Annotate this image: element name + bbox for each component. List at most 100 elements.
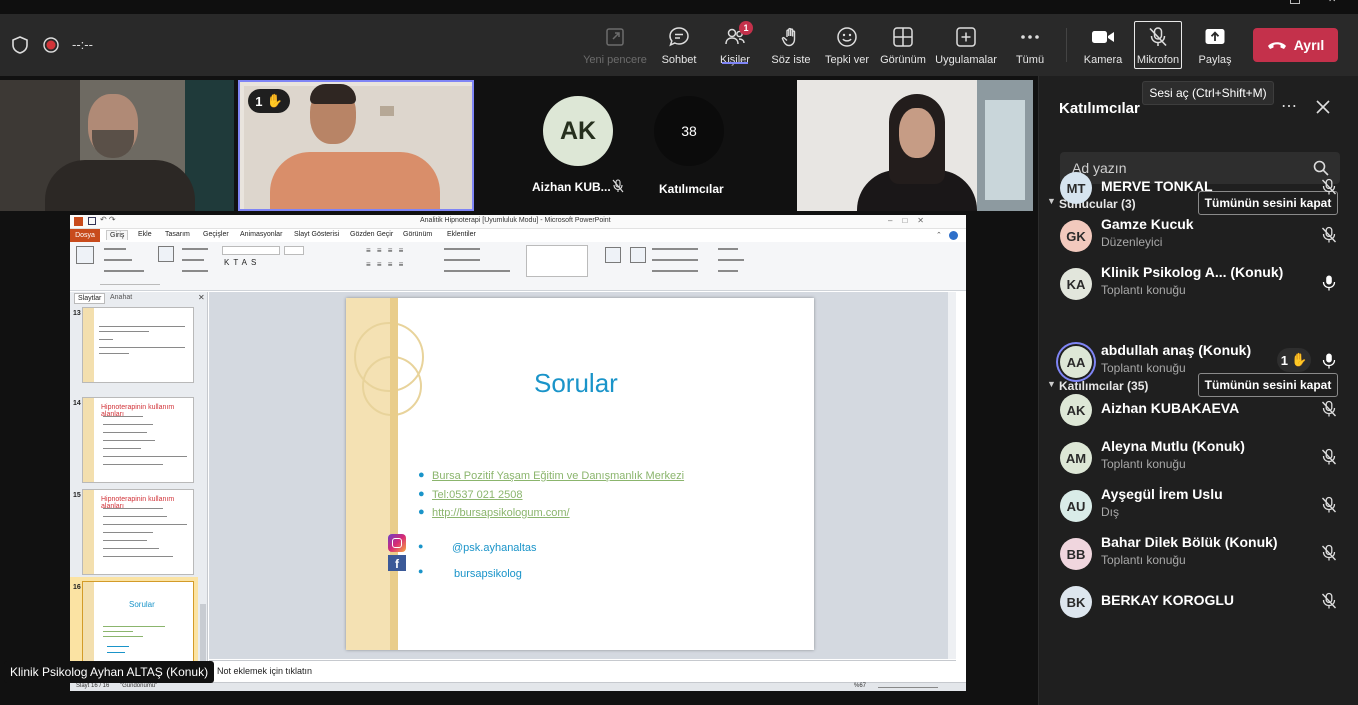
quick-styles-icon[interactable] [630,247,646,263]
overflow-participants-tile[interactable]: 38 Katılımcılar [645,80,735,211]
meeting-toolbar: --:-- Yeni pencere Sohbet 1 Kişiler Söz … [0,14,1358,76]
close-window-icon[interactable]: ✕ [1328,0,1336,5]
slide-thumbnail-15[interactable]: Hipnoterapinin kullanım alanları [82,489,194,575]
mic-toggle-button[interactable]: Mikrofon [1134,21,1182,69]
slide-link[interactable]: Bursa Pozitif Yaşam Eğitim ve Danışmanlı… [432,470,684,482]
editor-scrollbar[interactable] [948,292,956,659]
bullet-icon: ● [418,566,424,576]
align-buttons[interactable]: ≡ ≡ ≡ ≡ [366,260,405,269]
avatar: KA [1060,268,1092,300]
smile-icon [835,25,859,49]
ppt-status-bar: Slayt 16 / 16 "Gündönümü" %67 [70,682,966,691]
new-slide-icon[interactable] [158,246,174,262]
presenter-name-label: Klinik Psikolog Ayhan ALTAŞ (Konuk) [4,661,215,683]
popout-button[interactable]: Yeni pencere [582,14,648,76]
popout-icon [603,25,627,49]
participant-name: abdullah anaş (Konuk) [1101,342,1252,358]
mic-tooltip: Sesi aç (Ctrl+Shift+M) [1142,81,1274,105]
help-icon[interactable] [949,231,958,240]
participant-row[interactable]: KA Klinik Psikolog A... (Konuk) Toplantı k… [1039,252,1358,300]
bullet-icon: ● [418,506,425,518]
font-size-select[interactable] [284,246,304,255]
mic-off-icon [612,179,624,193]
participant-row[interactable]: BK BERKAY KOROGLU [1039,570,1358,618]
avatar: BK [1060,586,1092,618]
notes-pane[interactable]: Not eklemek için tıklatın [209,660,956,682]
hand-icon [779,25,803,49]
shared-powerpoint-window[interactable]: ↶ ↷ Analitik Hipnoterapi [Uyumluluk Modu… [70,215,966,691]
tab-insert[interactable]: Ekle [138,231,152,238]
restore-icon[interactable] [1290,0,1300,4]
mic-off-icon [1146,25,1170,49]
chat-button[interactable]: Sohbet [656,14,702,76]
tab-slides[interactable]: Slaytlar [74,293,106,304]
font-name-select[interactable] [222,246,280,255]
video-tile-raised-hand[interactable]: 1 ✋ [238,80,474,211]
close-panel-icon[interactable]: ✕ [198,293,205,302]
mic-on-icon [1320,274,1340,294]
share-button[interactable]: Paylaş [1192,14,1238,76]
ribbon-home: KTAS ≡ ≡ ≡ ≡ ≡ ≡ ≡ ≡ [70,242,966,291]
tab-view[interactable]: Görünüm [403,231,432,238]
participant-row[interactable]: GK Gamze Kucuk Düzenleyici [1039,204,1358,252]
undo-icon[interactable]: ↶ ↷ [100,215,116,224]
zoom-slider[interactable] [878,687,938,688]
participant-row[interactable]: BB Bahar Dilek Bölük (Konuk) Toplantı konu… [1039,522,1358,570]
view-button[interactable]: Görünüm [878,14,928,76]
share-icon [1203,25,1227,49]
facebook-icon: f [388,555,406,571]
slide-thumbnail-13[interactable] [82,307,194,383]
video-tile-presenter[interactable] [0,80,234,211]
ppt-title-bar: ↶ ↷ Analitik Hipnoterapi [Uyumluluk Modu… [70,215,966,229]
participant-row[interactable]: AK Aizhan KUBAKAEVA [1039,378,1358,426]
people-button[interactable]: 1 Kişiler [712,14,758,76]
avatar: MT [1060,172,1092,204]
font-format-buttons[interactable]: KTAS [224,258,260,267]
tab-slideshow[interactable]: Slayt Gösterisi [294,231,339,238]
paragraph-buttons[interactable]: ≡ ≡ ≡ ≡ [366,246,405,255]
raised-hand-badge: 1 ✋ [248,89,290,113]
ppt-window-controls[interactable]: –□✕ [888,216,934,225]
participant-row[interactable]: AA abdullah anaş (Konuk) Toplantı konuğu 1 ✋ [1039,330,1358,378]
zoom-level[interactable]: %67 [854,683,866,689]
people-icon: 1 [723,20,753,49]
avatar-tile-aizhan[interactable]: AK Aizhan KUB... [520,80,640,211]
grid-view-icon [891,25,915,49]
tab-home[interactable]: Giriş [106,230,129,240]
arrange-icon[interactable] [605,247,621,263]
participant-row[interactable]: MT MERVE TONKAL [1039,156,1358,204]
tab-animations[interactable]: Animasyonlar [240,231,282,238]
participant-name: Bahar Dilek Bölük (Konuk) [1101,534,1278,550]
ribbon-collapse-icon[interactable]: ⌃ [936,231,942,239]
more-button[interactable]: Tümü [1008,14,1052,76]
participant-role: Düzenleyici [1101,235,1163,249]
slide-thumbnail-14[interactable]: Hipnoterapinin kullanım alanları [82,397,194,483]
video-tile-participant[interactable] [797,80,1033,211]
react-button[interactable]: Tepki ver [822,14,872,76]
save-icon[interactable] [88,217,96,225]
tab-transitions[interactable]: Geçişler [203,231,229,238]
slide-link[interactable]: Tel:0537 021 2508 [432,489,523,501]
participant-name: Gamze Kucuk [1101,216,1194,232]
current-slide[interactable]: Sorular ● Bursa Pozitif Yaşam Eğitim ve … [346,298,814,650]
panel-more-icon[interactable]: ⋯ [1281,96,1298,116]
raise-hand-button[interactable]: Söz iste [768,14,814,76]
tab-outline[interactable]: Anahat [110,294,132,301]
apps-button[interactable]: Uygulamalar [932,14,1000,76]
participant-row[interactable]: AM Aleyna Mutlu (Konuk) Toplantı konuğu [1039,426,1358,474]
close-icon[interactable] [1316,100,1330,114]
camera-button[interactable]: Kamera [1080,14,1126,76]
shapes-gallery[interactable] [526,245,588,277]
tab-design[interactable]: Tasarım [165,231,190,238]
slide-link[interactable]: http://bursapsikologum.com/ [432,507,570,519]
tab-addins[interactable]: Eklentiler [447,231,476,238]
participant-role: Toplantı konuğu [1101,361,1186,375]
tab-review[interactable]: Gözden Geçir [350,231,393,238]
facebook-handle: bursapsikolog [454,568,522,580]
participant-row[interactable]: AU Ayşegül İrem Uslu Dış [1039,474,1358,522]
participant-name: Aizhan KUBAKAEVA [1101,400,1240,416]
tab-file[interactable]: Dosya [70,229,100,242]
leave-button[interactable]: Ayrıl [1253,28,1338,62]
paste-icon[interactable] [76,246,94,264]
bullet-icon: ● [418,488,425,500]
